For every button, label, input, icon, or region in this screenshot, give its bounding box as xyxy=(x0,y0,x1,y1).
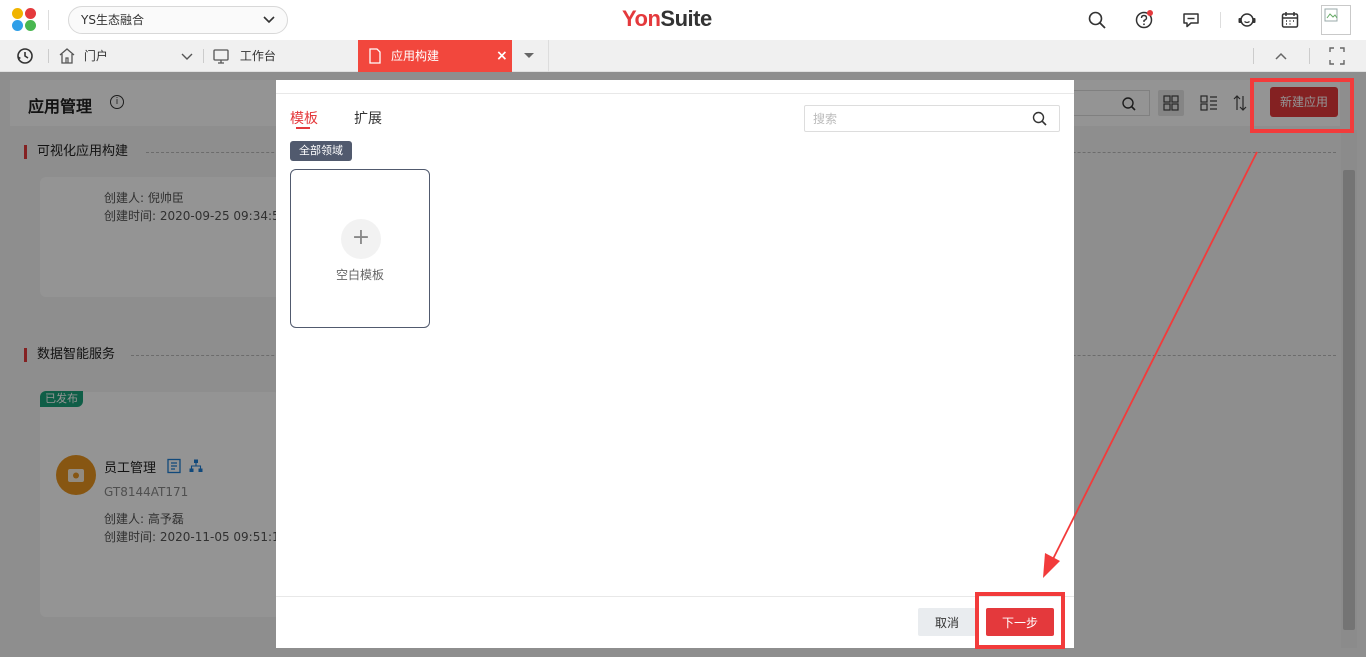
dialog-footer-divider xyxy=(276,596,1074,597)
domain-filter-chip[interactable]: 全部领域 xyxy=(290,141,352,161)
brand-text-suite: Suite xyxy=(660,6,712,31)
highlight-box-new-app xyxy=(1250,78,1354,133)
help-icon[interactable] xyxy=(1134,10,1154,30)
template-search-input[interactable] xyxy=(804,105,1060,132)
message-icon[interactable] xyxy=(1181,10,1201,30)
dialog-header-divider xyxy=(276,93,1074,94)
close-icon[interactable]: × xyxy=(496,40,508,72)
plus-icon: + xyxy=(341,219,381,259)
divider xyxy=(48,10,49,30)
divider xyxy=(1309,48,1310,64)
chevron-down-icon xyxy=(263,7,275,42)
history-icon[interactable] xyxy=(15,46,35,66)
tab-bar: 门户 工作台 应用构建 × xyxy=(0,40,1366,72)
divider xyxy=(1220,12,1221,28)
org-select-value: YS生态融合 xyxy=(81,13,144,27)
blank-template-label: 空白模板 xyxy=(335,268,384,282)
tab-workbench-label: 工作台 xyxy=(239,49,276,63)
template-select-dialog: 模板 扩展 全部领域 + 空白模板 取消 下一步 xyxy=(276,80,1074,648)
divider xyxy=(48,49,49,63)
brand-logo: YonSuite xyxy=(622,6,712,32)
divider xyxy=(548,40,549,72)
tab-app-builder-label: 应用构建 xyxy=(391,49,440,63)
brand-text-yon: Yon xyxy=(622,6,661,31)
divider xyxy=(203,49,204,63)
avatar-image[interactable] xyxy=(1321,5,1351,35)
tab-more-dropdown-icon[interactable] xyxy=(521,40,537,72)
top-bar: YS生态融合 YonSuite xyxy=(0,0,1366,40)
fullscreen-icon[interactable] xyxy=(1328,40,1346,72)
tab-dropdown-toggle[interactable] xyxy=(180,40,194,72)
app-logo-icon[interactable] xyxy=(12,8,38,32)
cancel-button[interactable]: 取消 xyxy=(918,608,976,636)
blank-template-card[interactable]: + 空白模板 xyxy=(290,169,430,328)
calendar-icon[interactable] xyxy=(1280,10,1300,30)
collapse-up-icon[interactable] xyxy=(1273,40,1289,72)
tab-home-label: 门户 xyxy=(83,49,108,63)
support-icon[interactable] xyxy=(1237,10,1257,30)
tab-template[interactable]: 模板 xyxy=(290,108,318,128)
search-icon[interactable] xyxy=(1031,110,1049,128)
tab-home[interactable]: 门户 xyxy=(58,40,108,72)
active-tab-indicator xyxy=(296,127,310,129)
org-select[interactable]: YS生态融合 xyxy=(68,6,288,34)
tab-workbench[interactable]: 工作台 xyxy=(212,40,276,72)
tab-app-builder[interactable]: 应用构建 × xyxy=(358,40,512,72)
divider xyxy=(1253,48,1254,64)
highlight-box-next-step xyxy=(975,592,1065,649)
search-icon[interactable] xyxy=(1087,10,1107,30)
tab-extension[interactable]: 扩展 xyxy=(354,108,382,128)
